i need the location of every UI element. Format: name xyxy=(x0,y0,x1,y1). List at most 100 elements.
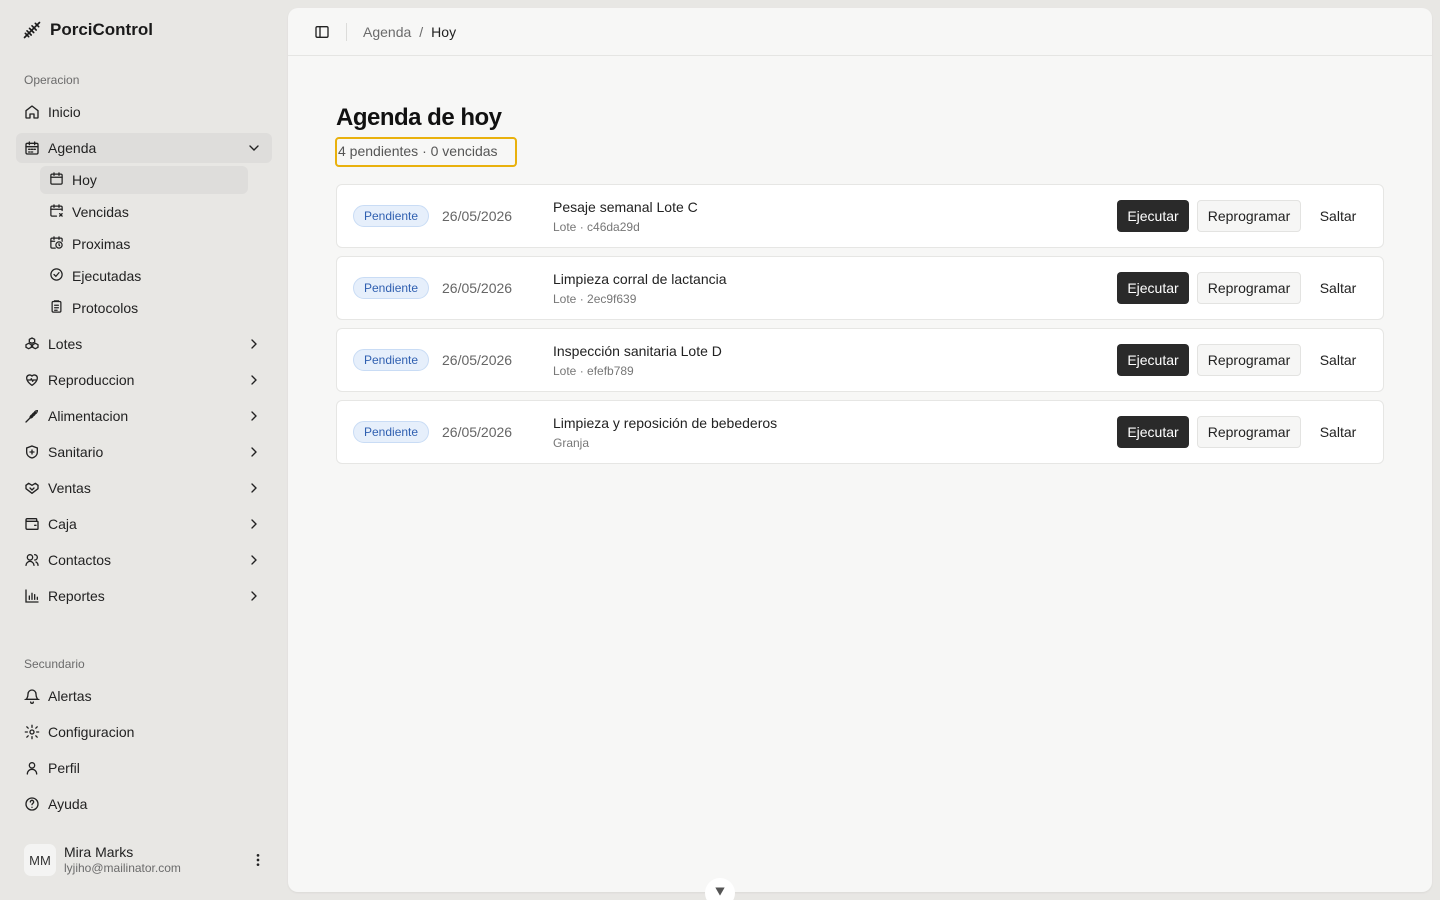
reschedule-button[interactable]: Reprogramar xyxy=(1197,416,1301,448)
sidebar-item-label: Ayuda xyxy=(48,796,88,812)
task-date: 26/05/2026 xyxy=(442,280,513,296)
chevron-right-icon xyxy=(246,552,262,568)
sidebar-item-lotes[interactable]: Lotes xyxy=(16,329,272,359)
more-vertical-icon[interactable] xyxy=(250,852,266,868)
task-title: Limpieza corral de lactancia xyxy=(553,271,727,287)
chevron-right-icon xyxy=(246,336,262,352)
task-list: Pendiente 26/05/2026 Pesaje semanal Lote… xyxy=(336,184,1384,472)
execute-button[interactable]: Ejecutar xyxy=(1117,200,1189,232)
skip-button[interactable]: Saltar xyxy=(1309,272,1367,304)
sidebar-item-reproduccion[interactable]: Reproduccion xyxy=(16,365,272,395)
scroll-down-handle[interactable] xyxy=(705,878,735,900)
task-subtitle: Lote · c46da29d xyxy=(553,220,640,234)
page-title: Agenda de hoy xyxy=(336,104,502,131)
sidebar-item-label: Reproduccion xyxy=(48,372,135,388)
sidebar-item-label: Reportes xyxy=(48,588,105,604)
reschedule-button[interactable]: Reprogramar xyxy=(1197,200,1301,232)
execute-button[interactable]: Ejecutar xyxy=(1117,416,1189,448)
sidebar-item-caja[interactable]: Caja xyxy=(16,509,272,539)
sidebar-subitem-ejecutadas[interactable]: Ejecutadas xyxy=(40,262,248,290)
sidebar-toggle-icon[interactable] xyxy=(314,24,330,40)
task-date: 26/05/2026 xyxy=(442,208,513,224)
brand[interactable]: PorciControl xyxy=(22,20,153,40)
breadcrumb: Agenda / Hoy xyxy=(363,24,456,40)
help-circle-icon xyxy=(24,796,40,812)
sidebar-item-inicio[interactable]: Inicio xyxy=(16,97,272,127)
sidebar-item-label: Agenda xyxy=(48,140,97,156)
skip-button[interactable]: Saltar xyxy=(1309,200,1367,232)
task-date: 26/05/2026 xyxy=(442,424,513,440)
sidebar-item-perfil[interactable]: Perfil xyxy=(16,753,272,783)
sidebar-item-sanitario[interactable]: Sanitario xyxy=(16,437,272,467)
sidebar-subitem-label: Protocolos xyxy=(72,300,139,316)
bar-chart-icon xyxy=(24,588,40,604)
chevron-right-icon xyxy=(246,372,262,388)
sidebar-subitem-label: Vencidas xyxy=(72,204,129,220)
task-subtitle: Lote · 2ec9f639 xyxy=(553,292,637,306)
execute-button[interactable]: Ejecutar xyxy=(1117,344,1189,376)
status-badge: Pendiente xyxy=(353,349,430,371)
main-panel: Agenda / Hoy Agenda de hoy 4 pendientes … xyxy=(288,8,1432,892)
sidebar-item-label: Alertas xyxy=(48,688,92,704)
chevron-right-icon xyxy=(246,480,262,496)
handshake-icon xyxy=(24,480,40,496)
shield-plus-icon xyxy=(24,444,40,460)
sidebar-item-alertas[interactable]: Alertas xyxy=(16,681,272,711)
sidebar-item-configuracion[interactable]: Configuracion xyxy=(16,717,272,747)
sidebar-subitem-proximas[interactable]: Proximas xyxy=(40,230,248,258)
sidebar-subitem-vencidas[interactable]: Vencidas xyxy=(40,198,248,226)
task-row: Pendiente 26/05/2026 Limpieza y reposici… xyxy=(336,400,1384,464)
task-subtitle: Granja xyxy=(553,436,590,450)
sidebar: PorciControl Operacion Inicio Agenda Hoy… xyxy=(0,0,288,900)
reschedule-button[interactable]: Reprogramar xyxy=(1197,272,1301,304)
calendar-x-icon xyxy=(49,203,64,221)
divider xyxy=(346,22,347,41)
breadcrumb-current: Hoy xyxy=(431,23,457,40)
chevron-down-icon xyxy=(713,884,727,898)
sidebar-item-label: Contactos xyxy=(48,552,112,568)
sidebar-item-reportes[interactable]: Reportes xyxy=(16,581,272,611)
sidebar-item-label: Lotes xyxy=(48,336,83,352)
task-title: Pesaje semanal Lote C xyxy=(553,199,698,215)
heart-pulse-icon xyxy=(24,372,40,388)
task-row: Pendiente 26/05/2026 Limpieza corral de … xyxy=(336,256,1384,320)
sidebar-item-ventas[interactable]: Ventas xyxy=(16,473,272,503)
sidebar-item-alimentacion[interactable]: Alimentacion xyxy=(16,401,272,431)
status-badge: Pendiente xyxy=(353,205,430,227)
sidebar-subitem-label: Ejecutadas xyxy=(72,268,142,284)
sidebar-item-label: Caja xyxy=(48,516,77,532)
sidebar-subitem-label: Hoy xyxy=(72,172,97,188)
home-icon xyxy=(24,104,40,120)
sidebar-subitem-hoy[interactable]: Hoy xyxy=(40,166,248,194)
user-name: Mira Marks xyxy=(64,844,134,860)
task-title: Limpieza y reposición de bebederos xyxy=(553,415,778,431)
wheat-icon xyxy=(24,408,40,424)
reschedule-button[interactable]: Reprogramar xyxy=(1197,344,1301,376)
status-badge: Pendiente xyxy=(353,421,430,443)
calendar-clock-icon xyxy=(49,235,64,253)
bell-icon xyxy=(24,688,40,704)
app-name: PorciControl xyxy=(50,20,153,39)
execute-button[interactable]: Ejecutar xyxy=(1117,272,1189,304)
task-subtitle: Lote · efefb789 xyxy=(553,364,634,378)
section-label-operacion: Operacion xyxy=(24,73,80,87)
skip-button[interactable]: Saltar xyxy=(1309,344,1367,376)
sidebar-item-label: Perfil xyxy=(48,760,80,776)
sidebar-item-label: Ventas xyxy=(48,480,91,496)
skip-button[interactable]: Saltar xyxy=(1309,416,1367,448)
sidebar-item-label: Sanitario xyxy=(48,444,104,460)
sidebar-item-contactos[interactable]: Contactos xyxy=(16,545,272,575)
sidebar-item-ayuda[interactable]: Ayuda xyxy=(16,789,272,819)
sidebar-item-agenda[interactable]: Agenda xyxy=(16,133,272,163)
sidebar-subitem-protocolos[interactable]: Protocolos xyxy=(40,294,248,322)
sidebar-item-label: Inicio xyxy=(48,104,81,120)
user-info: Mira Marks lyjiho@mailinator.com xyxy=(64,844,181,876)
sidebar-item-label: Alimentacion xyxy=(48,408,129,424)
breadcrumb-agenda[interactable]: Agenda xyxy=(363,24,411,40)
top-bar: Agenda / Hoy xyxy=(288,8,1432,56)
wallet-icon xyxy=(24,516,40,532)
section-label-secundario: Secundario xyxy=(24,657,85,671)
user-menu[interactable]: MM Mira Marks lyjiho@mailinator.com xyxy=(24,842,272,878)
users-icon xyxy=(24,552,40,568)
chevron-right-icon xyxy=(246,516,262,532)
